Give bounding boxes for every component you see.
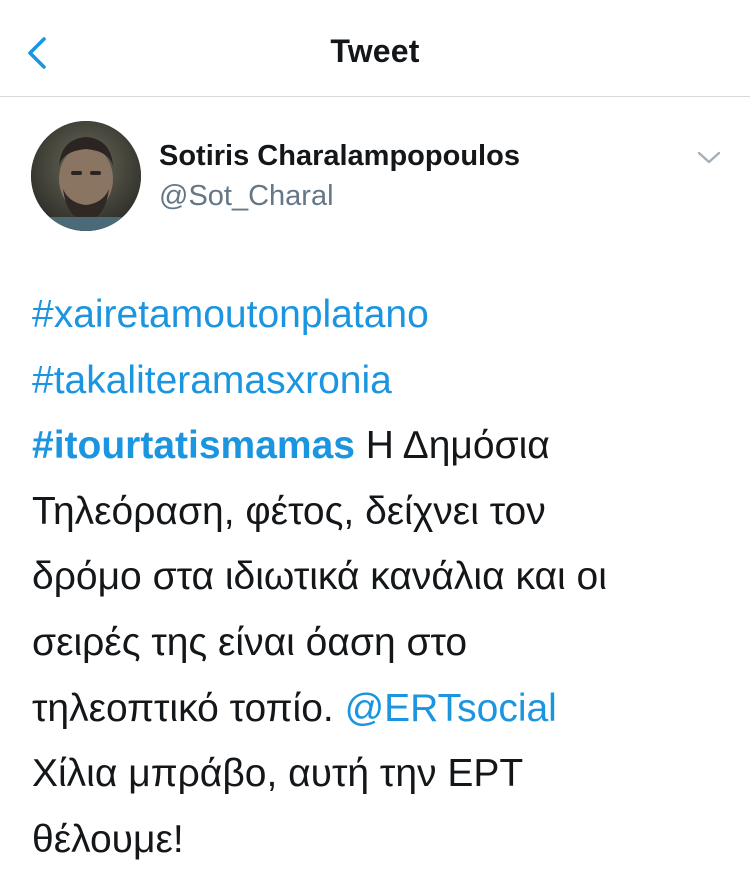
hashtag-link[interactable]: #takaliteramasxronia	[32, 359, 392, 402]
tweet-line: σειρές της είναι όαση στο	[32, 620, 468, 664]
tweet-line: Τηλεόραση, φέτος, δείχνει τον	[32, 489, 546, 533]
tweet-line: Χίλια μπράβο, αυτή την ΕΡΤ	[32, 752, 524, 796]
navigation-header: Tweet	[0, 0, 750, 97]
hashtag-link[interactable]: #itourtatismamas	[32, 424, 355, 467]
hashtag-link[interactable]: #xairetamoutonplatano	[32, 293, 429, 336]
tweet-text-segment: Η Δημόσια	[354, 424, 550, 468]
author-display-name[interactable]: Sotiris Charalampopoulos	[159, 140, 520, 173]
tweet-text-segment: τηλεοπτικό τοπίο.	[32, 686, 345, 730]
tweet-text: #xairetamoutonplatano #takaliteramasxron…	[32, 282, 732, 872]
avatar-photo	[31, 121, 141, 231]
tweet-line: #itourtatismamas Η Δημόσια	[32, 413, 732, 479]
tweet-line: #xairetamoutonplatano	[32, 282, 732, 348]
mention-link[interactable]: @ERTsocial	[345, 687, 557, 730]
author-handle[interactable]: @Sot_Charal	[159, 180, 334, 213]
avatar[interactable]	[31, 121, 141, 231]
tweet-line: δρόμο στα ιδιωτικά κανάλια και οι	[32, 555, 607, 599]
page-title: Tweet	[330, 33, 420, 69]
more-options-button[interactable]	[692, 142, 726, 172]
chevron-down-icon	[697, 151, 721, 164]
tweet-line: τηλεοπτικό τοπίο. @ERTsocial	[32, 676, 732, 742]
tweet-line: #takaliteramasxronia	[32, 348, 732, 414]
tweet-line: θέλουμε!	[32, 817, 184, 861]
